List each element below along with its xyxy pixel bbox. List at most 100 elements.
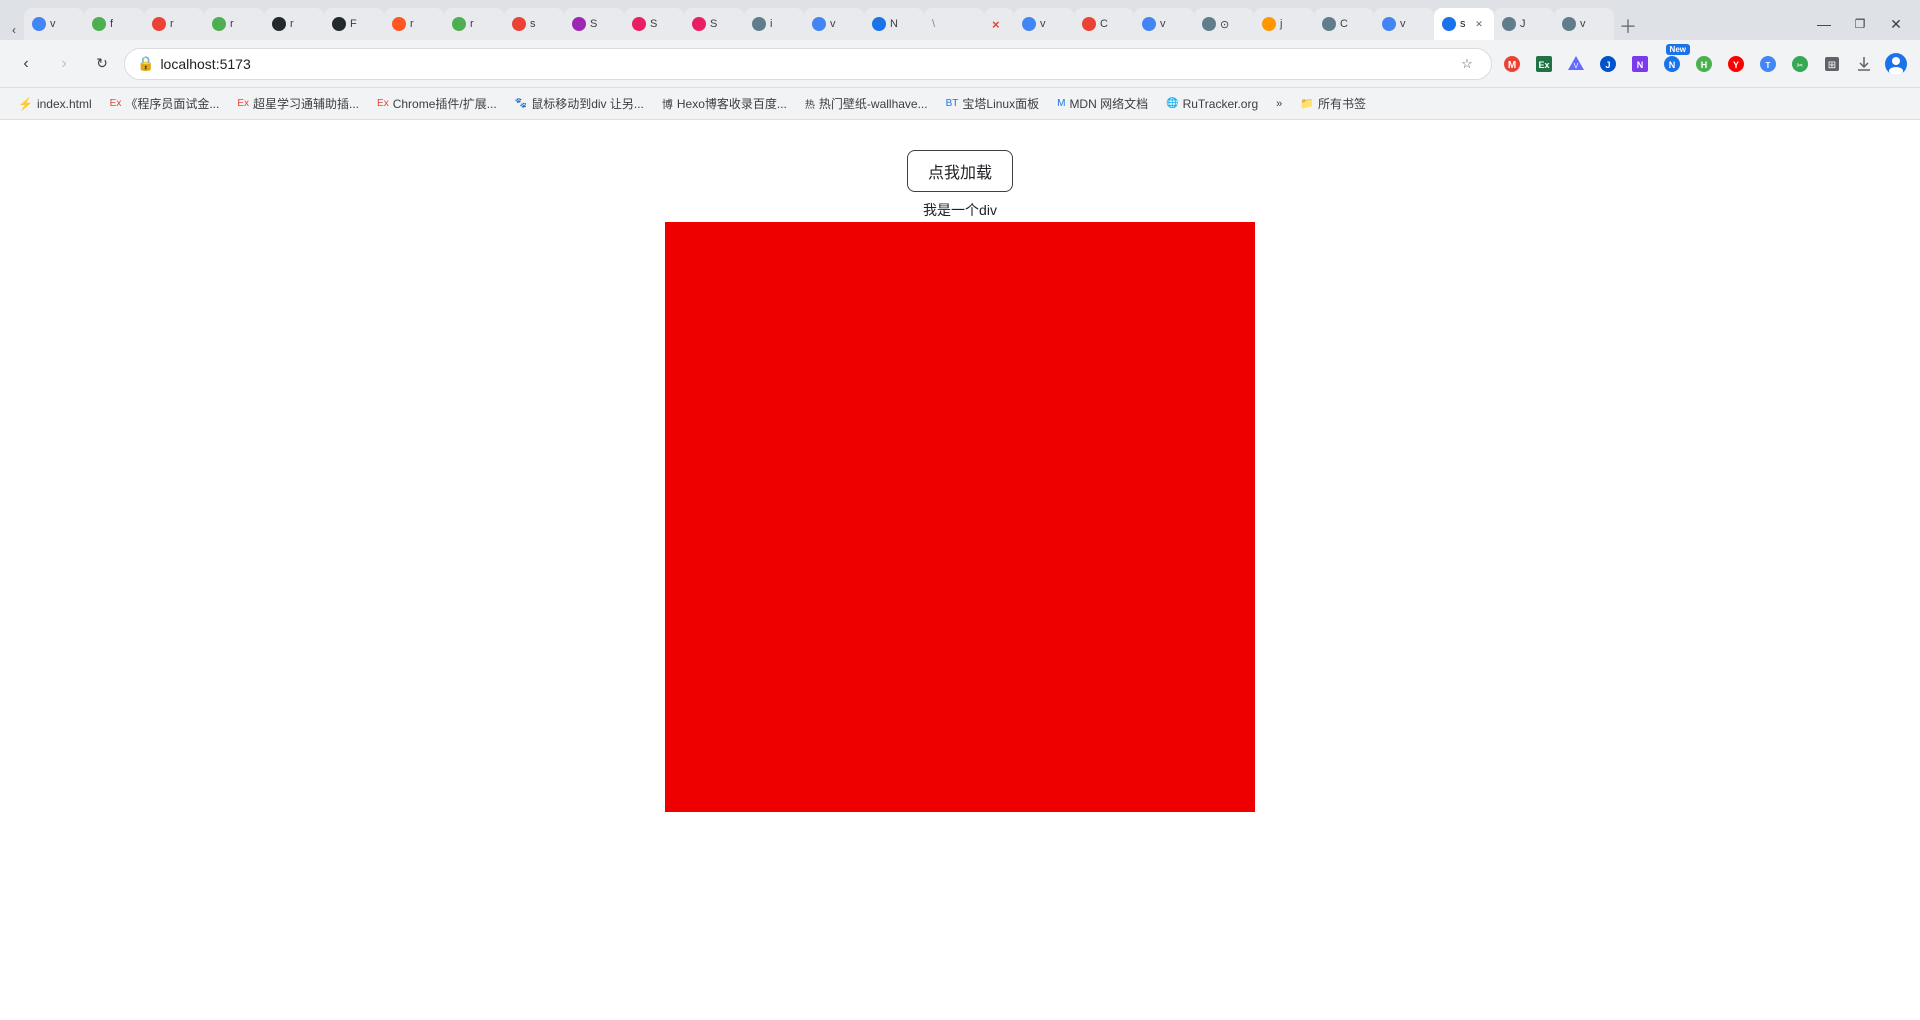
bookmark-label: 《程序员面试金... <box>125 95 219 112</box>
bookmark-favicon-ex: Ex <box>110 98 122 109</box>
tab-favicon <box>1202 17 1216 31</box>
tab-label: r <box>230 18 234 30</box>
tab-favicon <box>392 17 406 31</box>
tab-label: v <box>1160 18 1166 30</box>
bookmark-hexo[interactable]: 博 Hexo博客收录百度... <box>654 92 795 116</box>
tab-1[interactable]: v <box>24 8 84 40</box>
tab-active[interactable]: s ✕ <box>1434 8 1494 40</box>
tab-21[interactable]: ⊙ <box>1194 8 1254 40</box>
tab-favicon <box>92 17 106 31</box>
tab-8[interactable]: r <box>444 8 504 40</box>
profile-button[interactable] <box>1882 50 1910 78</box>
tab-15[interactable]: N <box>864 8 924 40</box>
tab-20[interactable]: v <box>1134 8 1194 40</box>
tab-5[interactable]: r <box>264 8 324 40</box>
back-button[interactable]: ‹ <box>10 48 42 80</box>
bookmarks-bar: ⚡ index.html Ex 《程序员面试金... Ex 超星学习通辅助插..… <box>0 88 1920 120</box>
tab-25[interactable]: J <box>1494 8 1554 40</box>
bookmark-more[interactable]: » <box>1268 92 1290 116</box>
tab-17[interactable]: × <box>984 8 1014 40</box>
tab-16[interactable]: \ <box>924 8 984 40</box>
bookmark-star-icon[interactable]: ☆ <box>1455 52 1479 76</box>
ext-translate[interactable]: T <box>1754 50 1782 78</box>
tab-2[interactable]: f <box>84 8 144 40</box>
tab-label: v <box>50 18 56 30</box>
restore-button[interactable]: ❐ <box>1844 8 1876 40</box>
ext-yandex[interactable]: Y <box>1722 50 1750 78</box>
svg-text:Y: Y <box>1733 60 1739 70</box>
close-button[interactable]: ✕ <box>1880 8 1912 40</box>
ext-extensions[interactable]: ⊞ <box>1818 50 1846 78</box>
tab-13[interactable]: i <box>744 8 804 40</box>
tab-favicon <box>512 17 526 31</box>
bookmark-mdn[interactable]: M MDN 网络文档 <box>1049 92 1156 116</box>
ext-notion[interactable]: N <box>1626 50 1654 78</box>
tab-11[interactable]: S <box>624 8 684 40</box>
ext-mendeley[interactable]: M <box>1498 50 1526 78</box>
bookmark-label: RuTracker.org <box>1183 97 1259 111</box>
svg-text:⊞: ⊞ <box>1828 60 1836 71</box>
bookmark-indexhtml[interactable]: ⚡ index.html <box>10 92 100 116</box>
tab-favicon <box>272 17 286 31</box>
tab-close-btn[interactable]: ✕ <box>1472 17 1486 31</box>
navigation-toolbar: ‹ › ↻ 🔒 localhost:5173 ☆ M Ex V J <box>0 40 1920 88</box>
tab-label: r <box>410 18 414 30</box>
tab-favicon <box>212 17 226 31</box>
div-label: 我是一个div <box>923 200 997 220</box>
ext-jira[interactable]: J <box>1594 50 1622 78</box>
tab-3[interactable]: r <box>144 8 204 40</box>
bookmark-favicon-wall: 热 <box>805 96 815 111</box>
tab-7[interactable]: r <box>384 8 444 40</box>
bookmark-favicon-hexo: 博 <box>662 96 673 112</box>
bookmark-programmer[interactable]: Ex 《程序员面试金... <box>102 92 228 116</box>
address-bar[interactable]: 🔒 localhost:5173 ☆ <box>124 48 1492 80</box>
tab-favicon <box>1022 17 1036 31</box>
bookmark-rutracker[interactable]: 🌐 RuTracker.org <box>1158 92 1266 116</box>
bookmark-favicon-ex3: Ex <box>377 98 389 109</box>
bookmark-label: MDN 网络文档 <box>1069 95 1148 112</box>
bookmark-favicon-paw: 🐾 <box>515 98 527 109</box>
bookmark-baota[interactable]: BT 宝塔Linux面板 <box>938 92 1047 116</box>
reload-button[interactable]: ↻ <box>86 48 118 80</box>
bookmark-wallhaven[interactable]: 热 热门壁纸-wallhave... <box>797 92 936 116</box>
tab-18[interactable]: v <box>1014 8 1074 40</box>
bookmark-superstar[interactable]: Ex 超星学习通辅助插... <box>229 92 367 116</box>
load-button[interactable]: 点我加载 <box>907 150 1013 192</box>
bookmark-folder-all[interactable]: 📁 所有书签 <box>1292 92 1374 116</box>
tab-9[interactable]: s <box>504 8 564 40</box>
svg-text:N: N <box>1669 60 1676 70</box>
tab-14[interactable]: v <box>804 8 864 40</box>
tab-23[interactable]: C <box>1314 8 1374 40</box>
tab-label: r <box>470 18 474 30</box>
tab-4[interactable]: r <box>204 8 264 40</box>
svg-text:Ex: Ex <box>1538 60 1549 70</box>
tab-label: v <box>830 18 836 30</box>
tab-favicon <box>812 17 826 31</box>
downloads-button[interactable] <box>1850 50 1878 78</box>
tab-22[interactable]: j <box>1254 8 1314 40</box>
tab-favicon <box>1142 17 1156 31</box>
ext-history[interactable]: H <box>1690 50 1718 78</box>
tab-26[interactable]: v <box>1554 8 1614 40</box>
ext-vite[interactable]: V <box>1562 50 1590 78</box>
ext-excel[interactable]: Ex <box>1530 50 1558 78</box>
new-tab-button[interactable]: ＋ <box>1614 12 1642 40</box>
minimize-button[interactable]: — <box>1808 8 1840 40</box>
tab-19[interactable]: C <box>1074 8 1134 40</box>
tab-favicon <box>572 17 586 31</box>
tab-label: S <box>590 18 597 30</box>
tab-10[interactable]: S <box>564 8 624 40</box>
bookmark-chrome-ext[interactable]: Ex Chrome插件/扩展... <box>369 92 505 116</box>
tab-6[interactable]: F <box>324 8 384 40</box>
bookmark-mouse[interactable]: 🐾 鼠标移动到div 让另... <box>507 92 652 116</box>
tab-favicon <box>872 17 886 31</box>
tab-24[interactable]: v <box>1374 8 1434 40</box>
tab-scroll-back[interactable]: ‹ <box>4 20 24 40</box>
forward-button[interactable]: › <box>48 48 80 80</box>
bookmark-label: index.html <box>37 97 92 111</box>
ext-screenshot[interactable]: ✂ <box>1786 50 1814 78</box>
bookmark-label: 热门壁纸-wallhave... <box>819 95 928 112</box>
tab-12[interactable]: S <box>684 8 744 40</box>
tab-favicon <box>692 17 706 31</box>
svg-text:V: V <box>1574 63 1579 70</box>
